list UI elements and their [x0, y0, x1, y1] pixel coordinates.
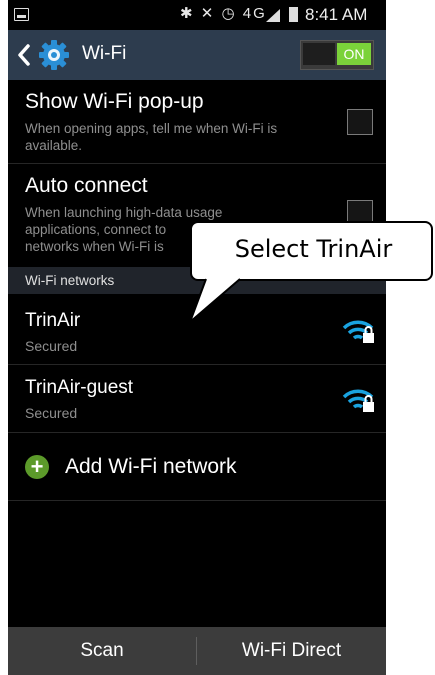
toggle-on-label: ON — [337, 43, 371, 65]
status-time: 8:41 AM — [305, 5, 368, 24]
add-plus-icon[interactable]: + — [25, 455, 49, 479]
bottom-action-bar: Scan Wi-Fi Direct — [8, 627, 386, 675]
page-title: Wi-Fi — [82, 43, 127, 64]
setting-title: Auto connect — [25, 174, 148, 197]
callout-text: Select TrinAir — [234, 235, 393, 263]
setting-description: When opening apps, tell me when Wi-Fi is… — [25, 121, 278, 153]
setting-description-line-1: When launching high-data usage — [25, 205, 223, 220]
status-bar: ✱ ✕ ◷ 4G 8:41 AM — [8, 0, 386, 30]
instruction-callout: Select TrinAir — [190, 221, 433, 281]
setting-title: Show Wi-Fi pop-up — [25, 90, 204, 113]
back-chevron-icon[interactable] — [17, 43, 31, 67]
add-network-label[interactable]: Add Wi-Fi network — [65, 455, 237, 479]
network-ssid: TrinAir — [25, 310, 81, 331]
show-popup-checkbox[interactable] — [347, 109, 373, 135]
wifi-direct-button[interactable]: Wi-Fi Direct — [197, 627, 386, 675]
wifi-secured-icon — [342, 320, 374, 343]
settings-gear-icon — [39, 40, 69, 70]
status-icons: ✱ ✕ ◷ 4G — [180, 5, 267, 22]
network-status: Secured — [25, 405, 78, 421]
network-ssid: TrinAir-guest — [25, 377, 134, 398]
wifi-toggle[interactable]: ON — [300, 40, 374, 70]
screenshot-notification-icon — [14, 8, 29, 21]
show-wifi-popup-setting[interactable]: Show Wi-Fi pop-up When opening apps, tel… — [8, 80, 386, 164]
network-row-trinair-guest[interactable]: TrinAir-guest Secured — [8, 365, 386, 433]
battery-icon — [289, 7, 298, 22]
action-bar: Wi-Fi ON — [8, 30, 386, 80]
phone-screen: ✱ ✕ ◷ 4G 8:41 AM Wi-Fi ON Show Wi-Fi pop… — [8, 0, 386, 675]
section-header-label: Wi-Fi networks — [25, 273, 115, 288]
scan-button[interactable]: Scan — [8, 627, 196, 675]
toggle-off-track — [303, 43, 335, 65]
network-status: Secured — [25, 338, 78, 354]
wifi-secured-icon — [342, 389, 374, 412]
network-row-trinair[interactable]: TrinAir Secured — [8, 294, 386, 365]
signal-icon — [266, 9, 280, 22]
